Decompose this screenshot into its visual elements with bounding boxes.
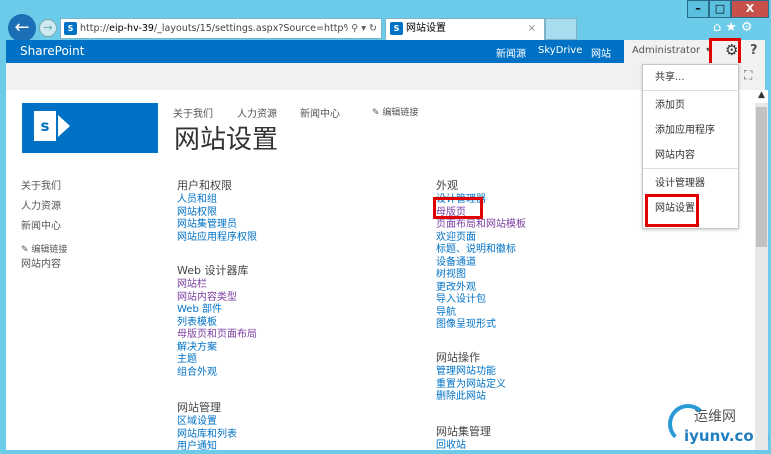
link-regional-settings[interactable]: 区域设置 [177, 416, 237, 429]
menu-site-contents[interactable]: 网站内容 [643, 143, 738, 168]
vertical-scrollbar[interactable]: ▲ [755, 90, 768, 450]
sharepoint-favicon: S [64, 22, 77, 35]
link-themes[interactable]: 主题 [177, 354, 257, 367]
suite-bar: SharePoint 新闻源 SkyDrive 网站 Administrator… [6, 40, 765, 63]
section-title: 外观 [436, 179, 458, 192]
section-site-collection-admin: 网站集管理 回收站 [436, 425, 491, 453]
quicklaunch-about[interactable]: 关于我们 [21, 177, 67, 197]
url-host: eip-hv-39 [109, 23, 154, 34]
forward-button[interactable]: → [39, 19, 57, 37]
pencil-icon: ✎ [372, 108, 383, 118]
watermark-logo: 运维网 iyunv.com [668, 400, 769, 450]
scroll-thumb[interactable] [756, 107, 767, 247]
link-user-alerts[interactable]: 用户通知 [177, 441, 237, 454]
link-manage-features[interactable]: 管理网站功能 [436, 366, 506, 379]
section-title: 网站操作 [436, 351, 480, 364]
edit-links-label: 编辑链接 [382, 108, 419, 118]
link-delete-site[interactable]: 删除此网站 [436, 391, 506, 404]
link-app-permissions[interactable]: 网站应用程序权限 [177, 232, 257, 245]
section-title: 网站集管理 [436, 425, 491, 438]
link-composed-looks[interactable]: 组合外观 [177, 367, 257, 380]
quicklaunch-news[interactable]: 新闻中心 [21, 217, 67, 237]
section-users: 用户和权限 人员和组 网站权限 网站集管理员 网站应用程序权限 [177, 179, 257, 244]
minimize-button[interactable]: – [687, 0, 709, 18]
site-logo[interactable]: s [22, 103, 158, 153]
link-people-groups[interactable]: 人员和组 [177, 194, 257, 207]
link-site-collection-admins[interactable]: 网站集管理员 [177, 219, 257, 232]
link-libraries-lists[interactable]: 网站库和列表 [177, 429, 237, 442]
sharepoint-brand[interactable]: SharePoint [20, 44, 84, 58]
topnav-hr[interactable]: 人力资源 [237, 105, 277, 120]
link-recycle-bin[interactable]: 回收站 [436, 440, 491, 453]
watermark-cn: 运维网 [694, 409, 736, 425]
url-rest: /_layouts/15/settings.aspx?Source=http%3… [153, 23, 375, 34]
quicklaunch-edit-links[interactable]: ✎ 编辑链接 [21, 243, 67, 257]
menu-add-page[interactable]: 添加页 [643, 93, 738, 118]
highlight-box [433, 197, 483, 219]
link-page-layouts[interactable]: 页面布局和网站模板 [436, 219, 526, 232]
page-title: 网站设置 [174, 125, 279, 155]
maximize-button[interactable]: □ [709, 0, 731, 18]
home-favorites-tools-icons[interactable]: ⌂★⚙ [713, 20, 757, 35]
link-reset-definition[interactable]: 重置为网站定义 [436, 379, 506, 392]
link-solutions[interactable]: 解决方案 [177, 342, 257, 355]
user-menu[interactable]: Administrator [632, 45, 700, 56]
focus-mode-icon[interactable]: ⛶ [744, 68, 752, 83]
link-title-logo[interactable]: 标题、说明和徽标 [436, 244, 526, 257]
link-tree-view[interactable]: 树视图 [436, 269, 526, 282]
link-list-templates[interactable]: 列表模板 [177, 317, 257, 330]
scroll-up-icon[interactable]: ▲ [755, 90, 768, 103]
section-site-actions: 网站操作 管理网站功能 重置为网站定义 删除此网站 [436, 351, 506, 404]
skydrive-link[interactable]: SkyDrive [538, 45, 582, 56]
section-web-designer: Web 设计器库 网站栏 网站内容类型 Web 部件 列表模板 母版页和页面布局… [177, 264, 257, 379]
link-welcome-page[interactable]: 欢迎页面 [436, 232, 526, 245]
back-button[interactable]: ← [8, 14, 36, 42]
link-navigation[interactable]: 导航 [436, 307, 526, 320]
search-refresh-icons[interactable]: ⚲ ▾ ↻ [348, 19, 377, 38]
section-title: Web 设计器库 [177, 264, 249, 277]
topnav-edit-links[interactable]: ✎ 编辑链接 [372, 105, 418, 118]
link-master-pages-layouts[interactable]: 母版页和页面布局 [177, 329, 257, 342]
link-change-look[interactable]: 更改外观 [436, 282, 526, 295]
help-icon[interactable]: ? [750, 43, 758, 58]
quicklaunch-site-contents[interactable]: 网站内容 [21, 257, 67, 273]
section-title: 网站管理 [177, 401, 221, 414]
sites-link[interactable]: 网站 [591, 45, 611, 60]
topnav-news[interactable]: 新闻中心 [300, 105, 340, 120]
link-site-columns[interactable]: 网站栏 [177, 279, 257, 292]
tab-title: 网站设置 [406, 23, 446, 34]
address-bar[interactable]: Shttp://eip-hv-39/_layouts/15/settings.a… [60, 18, 382, 39]
sharepoint-favicon: S [390, 21, 403, 35]
link-site-permissions[interactable]: 网站权限 [177, 207, 257, 220]
highlight-box [645, 194, 699, 227]
link-content-types[interactable]: 网站内容类型 [177, 292, 257, 305]
url-prefix: http:// [80, 23, 110, 34]
tab-close-icon[interactable]: × [528, 19, 536, 39]
close-window-button[interactable]: X [731, 0, 769, 18]
section-site-admin: 网站管理 区域设置 网站库和列表 用户通知 [177, 401, 237, 454]
browser-tab[interactable]: S 网站设置 × [385, 18, 545, 40]
pencil-icon: ✎ [21, 245, 32, 255]
menu-add-app[interactable]: 添加应用程序 [643, 118, 738, 143]
quicklaunch-hr[interactable]: 人力资源 [21, 197, 67, 217]
link-device-channels[interactable]: 设备通道 [436, 257, 526, 270]
link-import-design-package[interactable]: 导入设计包 [436, 294, 526, 307]
link-image-renditions[interactable]: 图像呈现形式 [436, 319, 526, 332]
link-web-parts[interactable]: Web 部件 [177, 304, 257, 317]
edit-links-label: 编辑链接 [31, 245, 68, 255]
topnav-about[interactable]: 关于我们 [173, 105, 213, 120]
section-title: 用户和权限 [177, 179, 232, 192]
new-tab-button[interactable] [545, 18, 577, 40]
menu-share[interactable]: 共享... [643, 65, 738, 90]
menu-design-manager[interactable]: 设计管理器 [643, 171, 738, 196]
newsfeed-link[interactable]: 新闻源 [496, 45, 526, 60]
